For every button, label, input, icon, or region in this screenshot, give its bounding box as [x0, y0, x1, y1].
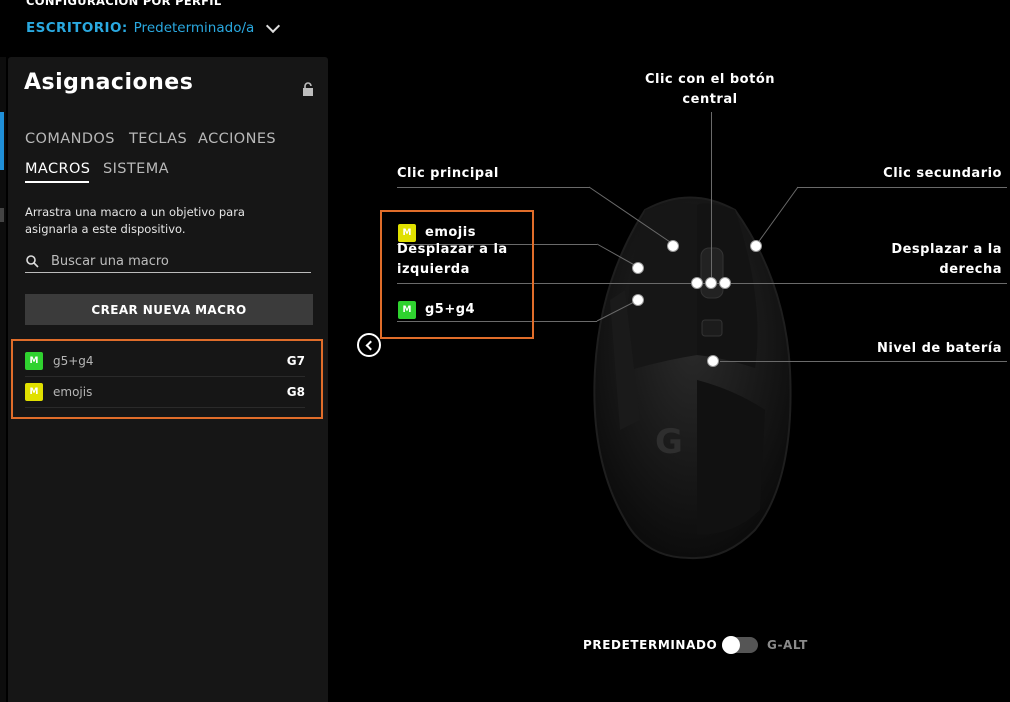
logitech-g-icon: G [655, 422, 683, 462]
assigned-emojis[interactable]: M emojis [398, 223, 476, 243]
profile-config-title: CONFIGURACIÓN POR PERFIL [26, 0, 222, 8]
assigned-g5g4[interactable]: M g5+g4 [398, 300, 475, 320]
create-macro-button[interactable]: CREAR NUEVA MACRO [25, 294, 313, 325]
leader-battery [720, 361, 1007, 362]
tab-sistema[interactable]: SISTEMA [103, 161, 169, 177]
profile-key: ESCRITORIO: [26, 20, 128, 36]
active-tab-underline [25, 181, 89, 183]
collapse-panel-button[interactable] [357, 333, 381, 357]
macro-item-g5g4[interactable]: M g5+g4 G7 [25, 346, 305, 377]
hotspot-primary[interactable] [667, 240, 679, 252]
hotspot-secondary[interactable] [750, 240, 762, 252]
hotspot-middle[interactable] [705, 277, 717, 289]
search-input[interactable] [49, 252, 303, 270]
macro-key: G8 [286, 385, 305, 399]
assigned-name: emojis [425, 225, 476, 240]
leader-primary-diag [588, 186, 674, 245]
tab-teclas[interactable]: TECLAS [129, 131, 187, 147]
macro-key: G7 [286, 354, 305, 368]
macro-icon: M [25, 352, 43, 370]
macro-icon: M [398, 301, 416, 319]
toggle-knob [722, 636, 740, 654]
leader-primary [397, 187, 590, 188]
hotspot-scroll-right[interactable] [719, 277, 731, 289]
panel-title: Asignaciones [24, 70, 194, 95]
search-icon [26, 255, 39, 268]
hotspot-battery[interactable] [707, 355, 719, 367]
label-middle-click[interactable]: Clic con el botón central [630, 70, 790, 110]
hotspot-g4[interactable] [632, 262, 644, 274]
toggle-label-default: PREDETERMINADO [583, 638, 718, 652]
tab-comandos[interactable]: COMANDOS [25, 131, 115, 147]
chevron-left-icon [365, 340, 375, 350]
macro-hint-text: Arrastra una macro a un objetivo para as… [25, 205, 245, 236]
macro-name: emojis [53, 385, 93, 399]
label-battery[interactable]: Nivel de batería [820, 339, 1002, 359]
label-primary-click[interactable]: Clic principal [397, 164, 499, 184]
macro-icon: M [398, 224, 416, 242]
left-strip-marker [0, 208, 4, 222]
search-field[interactable] [25, 250, 311, 273]
hotspot-g5[interactable] [632, 294, 644, 306]
macro-icon: M [25, 383, 43, 401]
toggle-label-galt: G-ALT [767, 638, 808, 652]
tab-macros[interactable]: MACROS [25, 161, 90, 177]
macro-name: g5+g4 [53, 354, 94, 368]
macro-item-emojis[interactable]: M emojis G8 [25, 377, 305, 408]
profile-selector[interactable]: ESCRITORIO: Predeterminado/a [26, 18, 281, 36]
leader-middle [711, 112, 712, 280]
hotspot-scroll-left[interactable] [691, 277, 703, 289]
chevron-down-icon [266, 18, 281, 34]
tab-acciones[interactable]: ACCIONES [198, 131, 276, 147]
gshift-toggle[interactable] [722, 636, 758, 654]
label-scroll-right[interactable]: Desplazar a la derecha [880, 240, 1002, 280]
leader-secondary-diag [756, 186, 799, 245]
unlock-icon[interactable] [301, 82, 315, 96]
profile-value: Predeterminado/a [133, 20, 255, 36]
label-secondary-click[interactable]: Clic secundario [820, 164, 1002, 184]
left-strip-active-marker [0, 112, 4, 170]
assigned-name: g5+g4 [425, 302, 476, 317]
leader-secondary [797, 187, 1007, 188]
